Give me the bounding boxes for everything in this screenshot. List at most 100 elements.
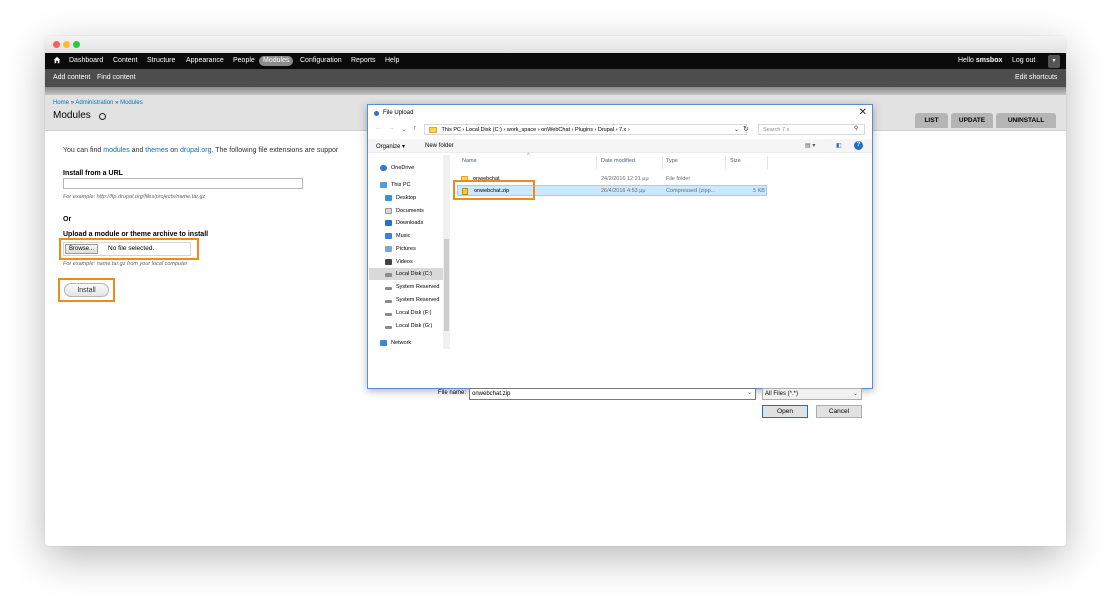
maximize-window-button[interactable] <box>73 41 80 48</box>
minimize-window-button[interactable] <box>63 41 70 48</box>
dialog-close-icon[interactable]: ✕ <box>859 107 867 118</box>
help-icon[interactable]: ? <box>854 141 863 150</box>
toolbar-item-people[interactable]: People <box>233 57 255 64</box>
breadcrumb-separator: » <box>115 100 119 106</box>
path-segment[interactable]: Local Disk (C:) <box>466 127 502 133</box>
column-header-date[interactable]: Date modified <box>601 158 635 164</box>
toolbar-item-dashboard[interactable]: Dashboard <box>69 57 103 64</box>
edit-shortcuts-link[interactable]: Edit shortcuts <box>1015 74 1057 81</box>
nav-onedrive[interactable]: OneDrive <box>369 162 447 174</box>
column-divider <box>662 156 663 169</box>
nav-downloads[interactable]: Downloads <box>369 217 447 229</box>
url-example: For example: http://ftp.drupal.org/files… <box>63 194 206 200</box>
file-type: Compressed (zipp... <box>666 188 716 194</box>
file-size: 5 KB <box>753 188 765 194</box>
nav-videos[interactable]: Videos <box>369 256 447 268</box>
toolbar-item-appearance[interactable]: Appearance <box>186 57 224 64</box>
toolbar-item-structure[interactable]: Structure <box>147 57 175 64</box>
toolbar-item-configuration[interactable]: Configuration <box>300 57 342 64</box>
nav-label: Music <box>396 233 411 239</box>
preview-pane-icon[interactable]: ◧ <box>836 142 842 149</box>
toolbar-item-content[interactable]: Content <box>113 57 138 64</box>
path-segment[interactable]: 7.x <box>619 127 626 133</box>
page-title: Modules <box>53 110 91 121</box>
cancel-button[interactable]: Cancel <box>816 405 862 418</box>
forward-icon[interactable]: → <box>388 125 395 132</box>
close-window-button[interactable] <box>53 41 60 48</box>
nav-system-reserved[interactable]: System Reserved <box>369 281 447 293</box>
path-segment[interactable]: Drupal <box>598 127 614 133</box>
intro-and: and <box>131 147 144 154</box>
nav-local-disk-g[interactable]: Local Disk (G:) <box>369 320 447 332</box>
open-button[interactable]: Open <box>762 405 808 418</box>
themes-link[interactable]: themes <box>145 147 168 154</box>
nav-label: Local Disk (C:) <box>396 271 433 277</box>
nav-label: Local Disk (G:) <box>396 323 433 329</box>
path-segment[interactable]: onWebChat <box>541 127 570 133</box>
view-options-icon[interactable]: ▤ ▾ <box>805 142 815 149</box>
filename-dropdown-icon[interactable]: ⌄ <box>747 389 752 396</box>
url-input[interactable] <box>63 178 303 189</box>
column-header-name[interactable]: Name <box>462 158 477 164</box>
file-date: 24/2/2016 12:21 μμ <box>601 176 649 182</box>
dialog-title: File Upload <box>383 110 414 116</box>
back-icon[interactable]: ← <box>375 125 382 132</box>
scrollbar-thumb[interactable] <box>444 239 449 331</box>
toolbar-item-help[interactable]: Help <box>385 57 399 64</box>
modules-link[interactable]: modules <box>103 147 129 154</box>
intro-prefix: You can find <box>63 147 102 154</box>
nav-system-reserved-2[interactable]: System Reserved <box>369 294 447 306</box>
path-segment[interactable]: work_space <box>507 127 536 133</box>
nav-local-disk-f[interactable]: Local Disk (F:) <box>369 307 447 319</box>
admin-toolbar: Dashboard Content Structure Appearance P… <box>45 53 1066 69</box>
upload-label: Upload a module or theme archive to inst… <box>63 231 209 238</box>
add-shortcut-icon[interactable] <box>99 113 106 120</box>
nav-desktop[interactable]: Desktop <box>369 192 447 204</box>
toolbar-shadow <box>45 87 1066 95</box>
toolbar-toggle-button[interactable]: ▾ <box>1048 55 1060 68</box>
path-segment[interactable]: Plugins <box>575 127 593 133</box>
file-type: File folder <box>666 176 691 182</box>
filename-input[interactable]: onwebchat.zip <box>469 388 756 400</box>
path-segment[interactable]: This PC <box>441 127 461 133</box>
username[interactable]: smsbox <box>976 57 1002 64</box>
column-header-size[interactable]: Size <box>730 158 741 164</box>
desktop-icon <box>385 195 392 201</box>
column-divider <box>596 156 597 169</box>
nav-local-disk-c[interactable]: Local Disk (C:) <box>369 268 447 280</box>
drupal-org-link[interactable]: drupal.org <box>180 147 212 154</box>
intro-on: on <box>170 147 179 154</box>
pictures-icon <box>385 246 392 252</box>
home-icon[interactable] <box>53 56 61 66</box>
nav-scrollbar[interactable] <box>443 155 450 349</box>
organize-button[interactable]: Organize ▾ <box>376 143 405 150</box>
shortcut-add-content[interactable]: Add content <box>53 74 90 81</box>
tab-list[interactable]: LIST <box>915 113 948 128</box>
history-dropdown-icon[interactable]: ⌄ <box>401 125 407 133</box>
tab-update[interactable]: UPDATE <box>951 113 993 128</box>
nav-this-pc[interactable]: This PC <box>369 179 447 191</box>
address-bar[interactable]: This PC › Local Disk (C:) › work_space ›… <box>424 124 747 135</box>
logout-link[interactable]: Log out <box>1012 57 1035 64</box>
new-folder-button[interactable]: New folder <box>425 143 454 149</box>
filename-label: File name: <box>438 390 467 396</box>
refresh-icon[interactable]: ↻ <box>743 125 749 133</box>
toolbar-item-modules[interactable]: Modules <box>259 56 294 66</box>
nav-network[interactable]: Network <box>369 337 447 349</box>
nav-documents[interactable]: Documents <box>369 205 447 217</box>
toolbar-item-reports[interactable]: Reports <box>351 57 376 64</box>
filetype-select[interactable]: All Files (*.*) ⌄ <box>762 388 862 400</box>
column-header-type[interactable]: Type <box>666 158 678 164</box>
nav-label: Network <box>391 340 412 346</box>
nav-pictures[interactable]: Pictures <box>369 243 447 255</box>
sort-arrow-icon: ^ <box>527 153 530 159</box>
breadcrumb-home[interactable]: Home <box>53 100 69 106</box>
tab-uninstall[interactable]: UNINSTALL <box>996 113 1056 128</box>
breadcrumb-administration[interactable]: Administration <box>75 100 113 106</box>
nav-music[interactable]: Music <box>369 230 447 242</box>
search-input[interactable]: Search 7.x <box>758 124 865 135</box>
address-dropdown-icon[interactable]: ⌄ <box>734 126 739 133</box>
up-folder-icon[interactable]: ↑ <box>413 125 417 132</box>
shortcut-find-content[interactable]: Find content <box>97 74 136 81</box>
breadcrumb-modules[interactable]: Modules <box>120 100 143 106</box>
